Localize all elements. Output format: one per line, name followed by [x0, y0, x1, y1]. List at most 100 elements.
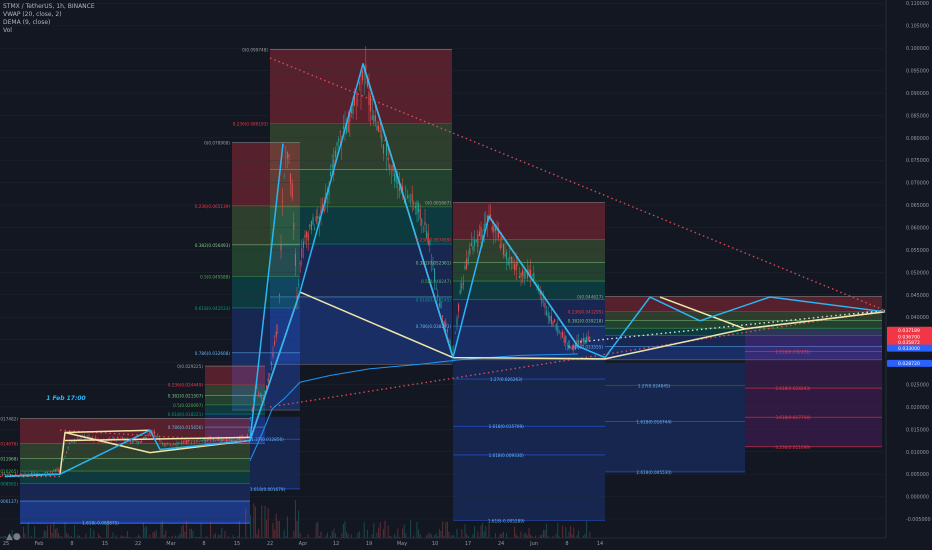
fib-level-label: 0.786(0.015656) [168, 425, 204, 430]
candle-body [384, 140, 386, 142]
fib-zone [20, 471, 250, 484]
volume-bar [264, 506, 266, 538]
candle-body [197, 439, 199, 441]
indicator-vol[interactable]: Vol [3, 27, 12, 35]
volume-bar [434, 535, 436, 538]
fib-level-label: 0.382(0.056493) [195, 243, 231, 248]
volume-bar [442, 521, 444, 538]
candle-body [270, 361, 272, 365]
fib-extension-label: 3.618(0.017754) [775, 415, 811, 420]
fib-level-label: 0.618(0.008562) [0, 481, 18, 486]
candle-body [370, 96, 372, 112]
fib-extension-zone [250, 416, 300, 489]
candle-body [2, 474, 4, 476]
volume-bar [277, 520, 279, 538]
volume-bar [77, 535, 79, 538]
volume-bar [389, 535, 391, 538]
candle-body [339, 131, 341, 133]
candle-body [274, 341, 276, 345]
volume-bar [346, 531, 348, 538]
fib-level-label: 0.236(0.014076) [0, 441, 18, 446]
candle-body [304, 234, 306, 238]
price-tick-label: 0.000000 [906, 495, 929, 501]
price-tick-label: 0.025000 [906, 382, 929, 388]
volume-bar [293, 530, 295, 538]
candle-body [213, 439, 215, 440]
candle-body [440, 301, 442, 309]
candle-body [69, 442, 71, 444]
candle-body [195, 440, 197, 442]
candle-body [480, 226, 482, 239]
price-chart[interactable]: 0.110000 0.105000 0.100000 0.095000 0.090000… [0, 0, 932, 550]
indicator-vwap[interactable]: VWAP (20, close, 2) [3, 11, 62, 19]
volume-bar [394, 533, 396, 538]
fib-extension-label: 2.618(0.005530) [636, 470, 672, 475]
candle-body [446, 329, 448, 333]
volume-bar [144, 527, 146, 538]
candle-body [467, 257, 469, 265]
volume-bar [445, 522, 447, 538]
volume-bar [45, 531, 47, 538]
candle-body [581, 338, 583, 342]
candle-body [435, 287, 437, 289]
candle-body [136, 440, 138, 443]
volume-bar [387, 525, 389, 538]
volume-bar [253, 503, 255, 538]
volume-bar [56, 527, 58, 538]
candle-body [381, 134, 383, 142]
candle-body [461, 283, 463, 289]
volume-bar [570, 525, 572, 538]
volume-bar [358, 531, 360, 538]
tradingview-logo-icon: ▲● [6, 532, 21, 542]
volume-bar [192, 530, 194, 538]
volume-bar [384, 520, 386, 538]
volume-bar [54, 529, 56, 538]
candle-body [286, 151, 288, 159]
candle-body [554, 319, 556, 323]
volume-bar [378, 527, 380, 538]
price-tick-label: 0.045000 [906, 293, 929, 299]
candle-body [498, 231, 500, 238]
candle-body [408, 196, 410, 198]
candle-body [458, 304, 460, 312]
volume-bar [382, 529, 384, 538]
candle-body [544, 302, 546, 309]
fib-extension-label: 1.27(0.012856) [251, 437, 284, 442]
volume-bar [50, 524, 52, 538]
time-tick-label: 8 [202, 541, 205, 547]
candle-body [414, 205, 416, 209]
volume-bar [334, 533, 336, 538]
price-tick-label: -0.005000 [906, 517, 931, 523]
volume-bar [366, 529, 368, 538]
volume-bar [294, 500, 296, 538]
candle-body [122, 437, 124, 439]
candle-body [358, 82, 360, 85]
volume-bar [480, 525, 482, 538]
time-tick-label: 17 [465, 541, 471, 547]
candle-body [546, 310, 548, 315]
volume-bar [418, 529, 420, 538]
indicator-dema[interactable]: DEMA (9, close) [3, 19, 50, 27]
volume-bar [584, 533, 586, 538]
volume-bar [350, 534, 352, 538]
candle-body [88, 435, 90, 437]
volume-bar [499, 533, 501, 538]
volume-bar [126, 531, 128, 538]
candle-body [563, 336, 565, 343]
candle-body [301, 248, 303, 258]
volume-bar [238, 521, 240, 538]
candle-body [336, 142, 338, 146]
volume-bar [46, 525, 48, 538]
price-tick-label: 0.010000 [906, 450, 929, 456]
fib-level-label: 0(0.044627) [577, 295, 603, 300]
volume-bar [571, 534, 573, 538]
volume-bar [181, 526, 183, 538]
fib-zone [453, 202, 605, 240]
candle-body [315, 216, 317, 222]
volume-bar [542, 529, 544, 538]
candle-body [386, 143, 388, 156]
time-tick-label: 14 [597, 541, 603, 547]
volume-bar [155, 530, 157, 538]
candle-body [293, 222, 295, 230]
candle-body [141, 441, 143, 443]
